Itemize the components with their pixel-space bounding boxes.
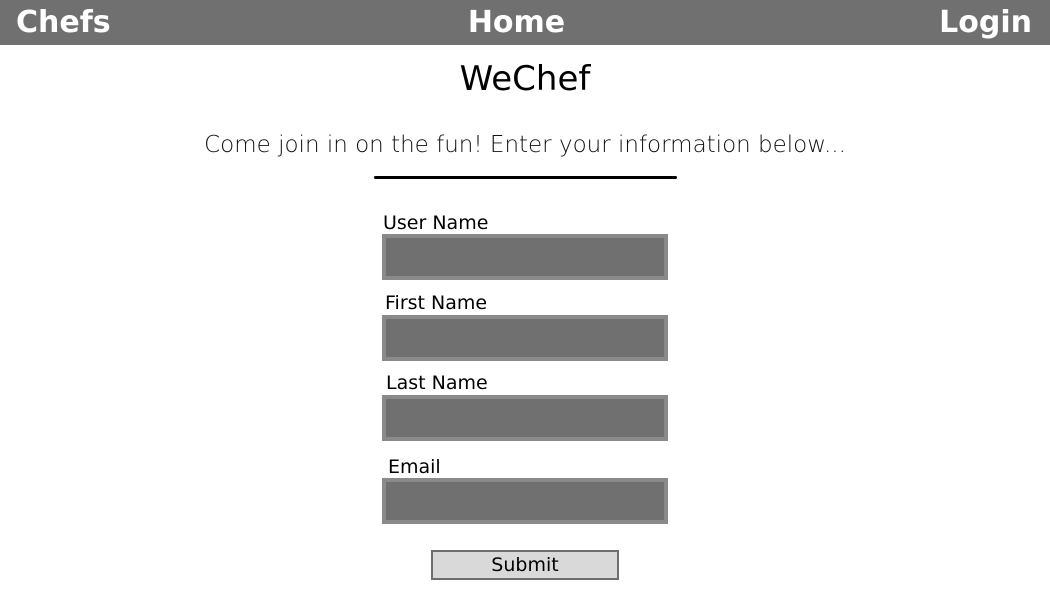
last-name-input[interactable] [382,395,668,441]
divider [374,176,677,179]
user-name-input[interactable] [382,234,668,280]
first-name-label: First Name [385,292,488,314]
page-tagline: Come join in on the fun! Enter your info… [204,132,846,158]
nav-link-home[interactable]: Home [0,3,1033,43]
last-name-label: Last Name [386,372,488,394]
page: Chefs Home Login WeChef Come join in on … [0,0,1050,600]
email-label: Email [388,456,441,478]
email-input[interactable] [382,478,668,524]
page-title: WeChef [459,59,591,99]
user-name-label: User Name [383,212,489,234]
top-nav-bar: Chefs Home Login [0,0,1050,45]
first-name-input[interactable] [382,315,668,361]
submit-button[interactable]: Submit [431,550,619,580]
nav-link-login[interactable]: Login [939,3,1032,43]
